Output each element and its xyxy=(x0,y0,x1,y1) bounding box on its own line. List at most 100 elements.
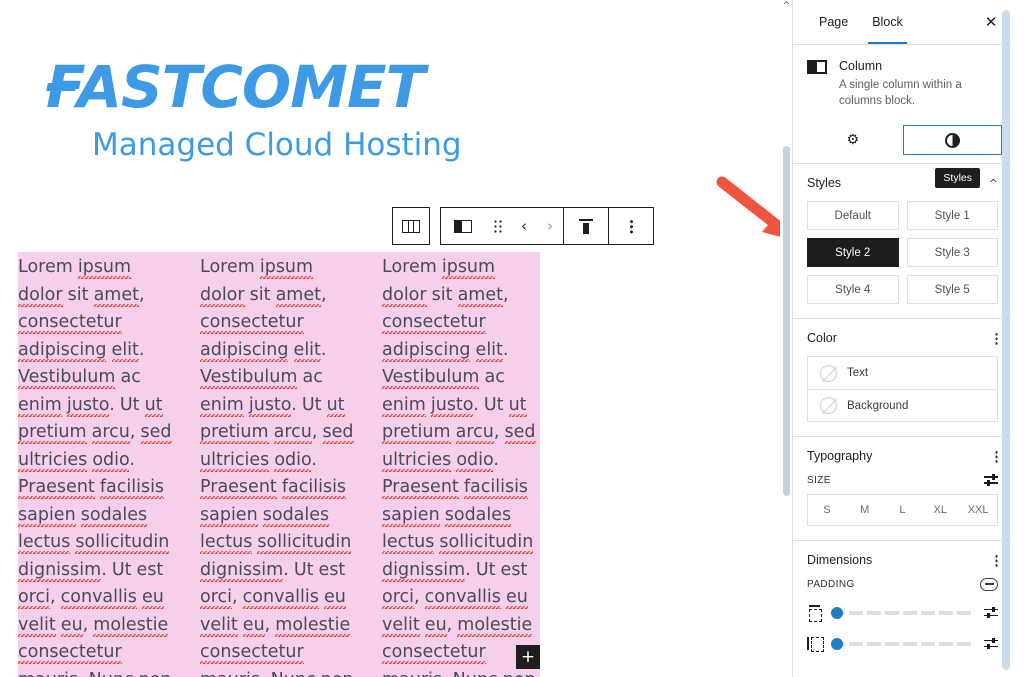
style-option-3[interactable]: Style 3 xyxy=(906,238,998,267)
block-actions-toolbar: ‹ › xyxy=(440,207,654,245)
close-sidebar-button[interactable]: ✕ xyxy=(982,13,1000,31)
font-size-m[interactable]: M xyxy=(846,495,884,525)
slider-knob[interactable] xyxy=(831,637,843,650)
padding-row: PADDING xyxy=(807,578,998,591)
typography-header: Typography xyxy=(807,449,998,463)
dimensions-options-icon[interactable] xyxy=(995,553,998,567)
color-title: Color xyxy=(807,331,837,345)
paragraph-block[interactable]: Lorem ipsum dolor sit amet, consectetur … xyxy=(200,254,358,677)
font-size-l[interactable]: L xyxy=(884,495,922,525)
no-color-swatch-icon xyxy=(820,364,837,382)
color-row-background[interactable]: Background xyxy=(808,389,997,421)
gear-icon: ⚙ xyxy=(846,132,860,148)
color-options-icon[interactable] xyxy=(995,331,998,345)
padding-horizontal-slider-row xyxy=(807,636,998,652)
column-block-icon xyxy=(807,59,829,81)
color-controls: Text Background xyxy=(807,356,998,422)
logo-f-strike-icon xyxy=(46,83,77,91)
typography-title: Typography xyxy=(807,449,873,463)
tab-block[interactable]: Block xyxy=(860,0,915,44)
padding-vertical-icon xyxy=(807,605,822,622)
canvas-scrollbar[interactable]: ^ xyxy=(781,0,792,677)
color-label-background: Background xyxy=(847,399,909,412)
move-right-button[interactable]: › xyxy=(537,208,563,244)
styles-grid: Default Style 1 Style 2 Style 3 Style 4 … xyxy=(807,201,998,304)
font-size-label: SIZE xyxy=(807,474,831,486)
contrast-icon xyxy=(944,132,960,148)
paragraph-block[interactable]: Lorem ipsum dolor sit amet, consectetur … xyxy=(18,254,176,677)
sidebar-scrollbar-thumb[interactable] xyxy=(1002,10,1010,670)
columns-block[interactable]: Lorem ipsum dolor sit amet, consectetur … xyxy=(18,252,540,677)
block-appender-button[interactable]: + xyxy=(516,645,540,669)
tab-styles[interactable] xyxy=(902,125,1002,155)
vertical-align-button[interactable] xyxy=(564,208,608,244)
block-type-button[interactable] xyxy=(441,208,485,244)
paragraph-block[interactable]: Lorem ipsum dolor sit amet, consectetur … xyxy=(382,254,540,677)
scroll-up-caret-icon[interactable]: ^ xyxy=(781,2,792,11)
font-size-s[interactable]: S xyxy=(808,495,846,525)
select-parent-columns-button[interactable] xyxy=(393,208,429,244)
slider-knob[interactable] xyxy=(831,606,843,619)
padding-vertical-slider[interactable] xyxy=(831,606,975,619)
chevron-up-icon[interactable]: ^ xyxy=(989,177,998,190)
style-option-4[interactable]: Style 4 xyxy=(807,275,899,304)
logo-tagline: Managed Cloud Hosting xyxy=(92,127,462,163)
wordpress-block-editor: FASTCOMET Managed Cloud Hosting ‹ › Lore… xyxy=(0,0,1024,677)
column-block[interactable]: Lorem ipsum dolor sit amet, consectetur … xyxy=(382,252,540,677)
column-icon xyxy=(454,219,472,233)
columns-icon xyxy=(402,219,420,233)
block-description: A single column within a columns block. xyxy=(839,79,962,107)
style-option-2[interactable]: Style 2 xyxy=(807,238,899,267)
chevron-left-icon: ‹ xyxy=(521,217,527,235)
color-label-text: Text xyxy=(847,367,869,379)
padding-label: PADDING xyxy=(807,579,855,590)
block-toolbar: ‹ › xyxy=(392,207,654,245)
sidebar-tabs: Page Block ✕ xyxy=(793,0,1012,44)
font-size-xl[interactable]: XL xyxy=(921,495,959,525)
tab-page[interactable]: Page xyxy=(807,0,860,44)
typography-options-icon[interactable] xyxy=(995,449,998,463)
style-option-default[interactable]: Default xyxy=(807,201,899,230)
dimensions-header: Dimensions xyxy=(807,553,998,567)
style-option-1[interactable]: Style 1 xyxy=(906,201,998,230)
custom-size-toggle-icon[interactable] xyxy=(984,474,998,486)
settings-sidebar: Page Block ✕ Column A single column with… xyxy=(792,0,1012,677)
inspector-view-switch: ⚙ xyxy=(793,125,1012,163)
chevron-right-icon: › xyxy=(547,217,553,235)
annotation-arrow-icon xyxy=(716,176,780,237)
style-option-5[interactable]: Style 5 xyxy=(906,275,998,304)
block-title: Column xyxy=(839,59,883,73)
block-options-button[interactable] xyxy=(609,208,653,244)
padding-horizontal-icon xyxy=(807,636,824,652)
typography-section: Typography SIZE S M L XL XXL xyxy=(793,437,1012,540)
font-size-scale: S M L XL XXL xyxy=(807,494,998,526)
font-size-row: SIZE xyxy=(807,474,998,486)
unlink-sides-icon[interactable] xyxy=(980,578,998,591)
padding-vertical-custom-icon[interactable] xyxy=(984,606,998,619)
drag-handle[interactable] xyxy=(485,208,511,244)
styles-tooltip: Styles xyxy=(935,168,980,188)
sidebar-scrollbar[interactable] xyxy=(1000,0,1012,677)
color-section: Color Text Background xyxy=(793,319,1012,436)
logo-wordmark: FASTCOMET xyxy=(46,53,425,121)
canvas-scrollbar-thumb[interactable] xyxy=(783,146,790,496)
column-block[interactable]: Lorem ipsum dolor sit amet, consectetur … xyxy=(200,252,358,677)
move-left-button[interactable]: ‹ xyxy=(511,208,537,244)
padding-horizontal-custom-icon[interactable] xyxy=(984,637,998,650)
site-logo: FASTCOMET Managed Cloud Hosting xyxy=(46,58,486,161)
color-row-text[interactable]: Text xyxy=(808,357,997,389)
column-block[interactable]: Lorem ipsum dolor sit amet, consectetur … xyxy=(18,252,176,677)
padding-vertical-slider-row xyxy=(807,605,998,622)
styles-header: Styles Styles ^ xyxy=(807,168,998,190)
padding-horizontal-slider[interactable] xyxy=(831,637,975,650)
tab-settings[interactable]: ⚙ xyxy=(803,125,903,155)
dimensions-title: Dimensions xyxy=(807,553,873,567)
styles-title: Styles xyxy=(807,176,842,190)
drag-dots-icon xyxy=(493,219,503,233)
no-color-swatch-icon xyxy=(820,397,837,414)
font-size-xxl[interactable]: XXL xyxy=(959,495,997,525)
align-top-icon xyxy=(579,218,593,234)
styles-section: Styles Styles ^ Default Style 1 Style 2 … xyxy=(793,164,1012,318)
dimensions-section: Dimensions PADDING xyxy=(793,541,1012,677)
block-info-card: Column A single column within a columns … xyxy=(793,45,1012,125)
